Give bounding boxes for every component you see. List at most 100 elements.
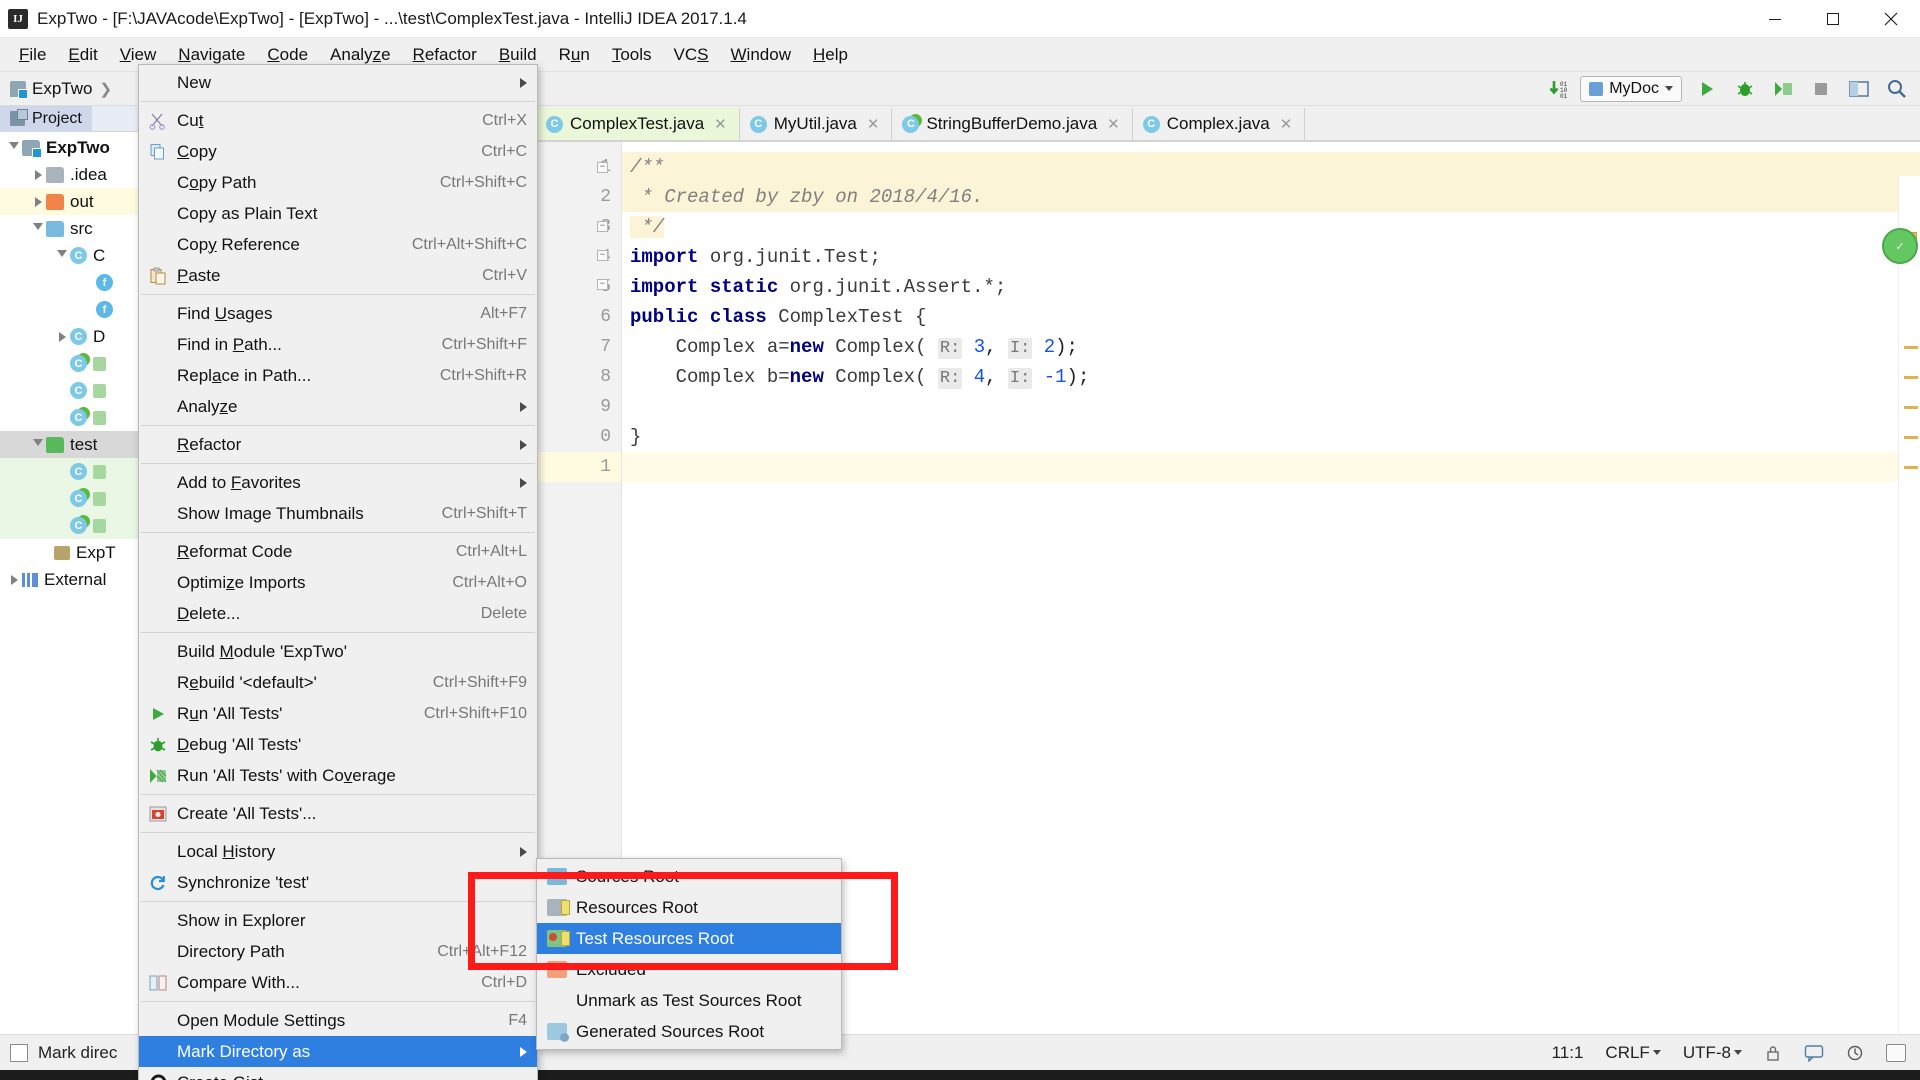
close-icon[interactable]: ✕ (1107, 115, 1120, 133)
warning-marker[interactable] (1904, 436, 1918, 439)
run-icon[interactable] (1690, 75, 1724, 103)
menu-item-cut[interactable]: Cut Ctrl+X (139, 105, 537, 136)
menu-item-optimize-imports[interactable]: Optimize Imports Ctrl+Alt+O (139, 567, 537, 598)
close-button[interactable] (1862, 0, 1920, 38)
tab-stringbufferdemo-java[interactable]: C StringBufferDemo.java ✕ (892, 108, 1133, 140)
menu-file[interactable]: File (8, 41, 57, 69)
menu-item-run-with-coverage[interactable]: Run 'All Tests' with Coverage (139, 760, 537, 791)
menu-item-label: Find in Path... (177, 334, 282, 354)
copy-icon (147, 142, 169, 162)
submenu-item-label: Test Resources Root (576, 928, 734, 948)
menu-item-refactor[interactable]: Refactor (139, 429, 537, 460)
settings-icon[interactable] (1842, 75, 1876, 103)
menu-item-replace-in-path[interactable]: Replace in Path... Ctrl+Shift+R (139, 360, 537, 391)
menu-item-copy-path[interactable]: Copy Path Ctrl+Shift+C (139, 167, 537, 198)
menu-item-find-in-path[interactable]: Find in Path... Ctrl+Shift+F (139, 329, 537, 360)
background-tasks-icon[interactable] (1846, 1044, 1864, 1062)
menu-tools[interactable]: Tools (601, 41, 663, 69)
menu-item-open-module-settings[interactable]: Open Module Settings F4 (139, 1005, 537, 1036)
line-separator-selector[interactable]: CRLF (1605, 1043, 1661, 1063)
twisty-open-icon[interactable] (6, 141, 22, 154)
tab-project[interactable]: Project (0, 105, 92, 132)
line-number: 7 (600, 337, 611, 357)
menu-item-analyze[interactable]: Analyze (139, 391, 537, 422)
close-icon[interactable]: ✕ (1280, 115, 1293, 133)
menu-item-compare-with[interactable]: Compare With... Ctrl+D (139, 967, 537, 998)
lock-icon[interactable] (1764, 1044, 1782, 1062)
search-everywhere-icon[interactable] (1880, 75, 1914, 103)
menu-item-show-image-thumbnails[interactable]: Show Image Thumbnails Ctrl+Shift+T (139, 498, 537, 529)
update-project-icon[interactable]: 01 10 01 (1542, 75, 1576, 103)
menu-item-copy[interactable]: Copy Ctrl+C (139, 136, 537, 167)
close-icon[interactable]: ✕ (867, 115, 880, 133)
menu-item-local-history[interactable]: Local History (139, 836, 537, 867)
menu-item-run-all-tests[interactable]: Run 'All Tests' Ctrl+Shift+F10 (139, 698, 537, 729)
submenu-item-resources-root[interactable]: Resources Root (537, 892, 841, 923)
twisty-open-icon[interactable] (54, 249, 70, 262)
debug-icon[interactable] (1728, 75, 1762, 103)
twisty-open-icon[interactable] (30, 438, 46, 451)
menu-help[interactable]: Help (802, 41, 859, 69)
warning-marker[interactable] (1904, 466, 1918, 469)
tree-label: .idea (70, 164, 107, 184)
menu-item-debug-all-tests[interactable]: Debug 'All Tests' (139, 729, 537, 760)
menu-item-create-gist[interactable]: Create Gist... (139, 1067, 537, 1080)
breadcrumb[interactable]: ExpTwo ❯ (0, 79, 119, 99)
coverage-icon[interactable] (1766, 75, 1800, 103)
menu-window[interactable]: Window (720, 41, 802, 69)
submenu-item-sources-root[interactable]: Sources Root (537, 861, 841, 892)
submenu-item-test-resources-root[interactable]: Test Resources Root (537, 923, 841, 954)
menu-item-new[interactable]: New (139, 67, 537, 98)
menu-item-paste[interactable]: Paste Ctrl+V (139, 260, 537, 291)
menu-item-delete[interactable]: Delete... Delete (139, 598, 537, 629)
menu-edit[interactable]: Edit (57, 41, 108, 69)
submenu-item-generated-sources-root[interactable]: Generated Sources Root (537, 1016, 841, 1047)
maximize-button[interactable] (1804, 0, 1862, 38)
warning-marker[interactable] (1904, 406, 1918, 409)
tree-label: C (93, 245, 106, 265)
twisty-closed-icon[interactable] (6, 574, 22, 585)
fold-collapse-icon[interactable]: − (597, 279, 608, 290)
run-configuration-selector[interactable]: MyDoc (1580, 75, 1682, 102)
fold-collapse-icon[interactable]: − (597, 250, 608, 261)
blank-icon (147, 235, 169, 255)
minimize-button[interactable] (1746, 0, 1804, 38)
menu-item-copy-reference[interactable]: Copy Reference Ctrl+Alt+Shift+C (139, 229, 537, 260)
warning-marker[interactable] (1904, 346, 1918, 349)
tab-myutil-java[interactable]: C MyUtil.java ✕ (739, 108, 893, 140)
menu-item-create-all-tests[interactable]: Create 'All Tests'... (139, 798, 537, 829)
chevron-right-icon (520, 401, 527, 412)
encoding-selector[interactable]: UTF-8 (1683, 1043, 1742, 1063)
twisty-open-icon[interactable] (30, 222, 46, 235)
menu-item-copy-as-plain-text[interactable]: Copy as Plain Text (139, 198, 537, 229)
stop-icon[interactable] (1804, 75, 1838, 103)
fold-collapse-icon[interactable]: − (597, 162, 608, 173)
caret-position[interactable]: 11:1 (1552, 1043, 1584, 1063)
menu-run[interactable]: Run (548, 41, 601, 69)
tab-complextest-java[interactable]: C ComplexTest.java ✕ (536, 108, 740, 140)
menu-item-build-module[interactable]: Build Module 'ExpTwo' (139, 636, 537, 667)
menu-item-add-to-favorites[interactable]: Add to Favorites (139, 467, 537, 498)
menu-item-directory-path[interactable]: Directory Path Ctrl+Alt+F12 (139, 936, 537, 967)
twisty-closed-icon[interactable] (54, 331, 70, 342)
menu-vcs[interactable]: VCS (663, 41, 720, 69)
twisty-closed-icon[interactable] (30, 169, 46, 180)
error-stripe-marker-gutter[interactable]: ✓ (1882, 176, 1920, 1056)
close-icon[interactable]: ✕ (714, 115, 727, 133)
memory-indicator[interactable] (1886, 1043, 1906, 1062)
menu-item-reformat-code[interactable]: Reformat Code Ctrl+Alt+L (139, 536, 537, 567)
menu-item-show-in-explorer[interactable]: Show in Explorer (139, 905, 537, 936)
event-log-icon[interactable] (1804, 1044, 1824, 1062)
submenu-item-excluded[interactable]: Excluded (537, 954, 841, 985)
no-errors-icon[interactable]: ✓ (1882, 228, 1918, 264)
warning-marker[interactable] (1904, 376, 1918, 379)
fold-collapse-icon[interactable]: − (597, 221, 608, 232)
menu-item-label: Rebuild '<default>' (177, 672, 317, 692)
twisty-closed-icon[interactable] (30, 196, 46, 207)
menu-item-mark-directory-as[interactable]: Mark Directory as (139, 1036, 537, 1067)
menu-item-synchronize-test[interactable]: Synchronize 'test' (139, 867, 537, 898)
menu-item-rebuild[interactable]: Rebuild '<default>' Ctrl+Shift+F9 (139, 667, 537, 698)
menu-item-find-usages[interactable]: Find Usages Alt+F7 (139, 298, 537, 329)
tab-complex-java[interactable]: C Complex.java ✕ (1132, 108, 1306, 140)
submenu-item-unmark-as-test-sources-root[interactable]: Unmark as Test Sources Root (537, 985, 841, 1016)
